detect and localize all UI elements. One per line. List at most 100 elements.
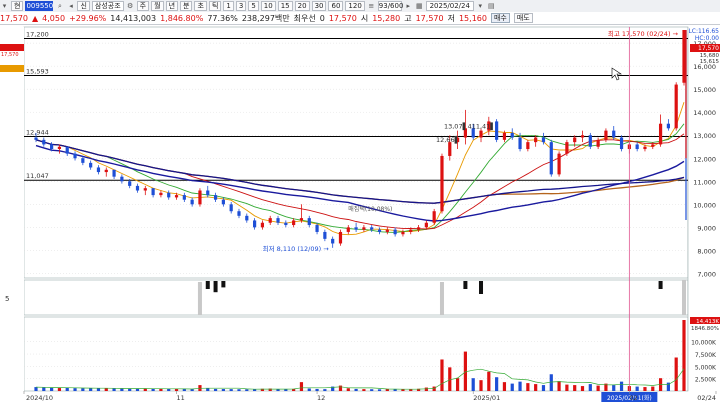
volume-bar bbox=[167, 388, 171, 391]
volume-bar bbox=[299, 382, 304, 391]
volume-bar bbox=[393, 389, 397, 391]
indicator-bar bbox=[463, 281, 468, 289]
candle-body bbox=[557, 153, 561, 175]
volume-bar bbox=[440, 359, 444, 391]
candle-body bbox=[190, 199, 194, 205]
volume-tick-label: 5,000K bbox=[695, 364, 717, 371]
candle-body bbox=[57, 146, 62, 150]
x-axis-label: 11 bbox=[177, 394, 185, 402]
volume-bar bbox=[354, 388, 358, 391]
volume-bar bbox=[338, 385, 343, 391]
candle-body bbox=[206, 190, 210, 196]
lc-label: LC:116.65 bbox=[688, 28, 719, 35]
candle-body bbox=[245, 215, 249, 221]
candle-body bbox=[128, 181, 132, 186]
indicator-bar bbox=[658, 281, 663, 289]
candle-body bbox=[323, 231, 327, 239]
volume-bar bbox=[73, 388, 77, 391]
volume-bar bbox=[471, 378, 475, 391]
volume-bar bbox=[541, 385, 546, 391]
volume-bar bbox=[245, 389, 249, 391]
candle-body bbox=[253, 220, 257, 228]
candle-body bbox=[651, 144, 655, 147]
candle-body bbox=[362, 227, 366, 230]
candle-body bbox=[50, 144, 54, 150]
left-axis bbox=[0, 27, 24, 391]
candle-body bbox=[276, 218, 280, 223]
candle-body bbox=[612, 130, 616, 138]
candle-body bbox=[424, 222, 428, 228]
candle-body bbox=[518, 137, 522, 150]
candle-body bbox=[393, 229, 397, 235]
volume-bar bbox=[526, 383, 530, 391]
candle-body bbox=[81, 158, 85, 163]
candle-body bbox=[674, 84, 678, 129]
stock-chart[interactable]: 17,00016,00015,00014,00013,00012,00011,0… bbox=[0, 0, 720, 404]
volume-bar bbox=[596, 385, 600, 391]
candle-body bbox=[510, 132, 514, 138]
candle-body bbox=[401, 231, 405, 235]
volume-bar bbox=[682, 320, 686, 391]
candle-body bbox=[104, 169, 108, 173]
candle-body bbox=[370, 227, 374, 230]
candle-body bbox=[377, 229, 382, 232]
volume-badge-label: 1846.80% bbox=[691, 326, 719, 332]
x-axis-label: 2024/10 bbox=[26, 394, 53, 402]
candle-body bbox=[34, 137, 38, 140]
indicator-bar bbox=[221, 281, 226, 288]
price-annotation: 13,07▌411,41▌ bbox=[444, 121, 495, 130]
candle-body bbox=[495, 121, 499, 140]
candle-body bbox=[42, 139, 46, 145]
candle-body bbox=[331, 238, 335, 244]
volume-bar bbox=[135, 388, 140, 391]
candle-body bbox=[307, 218, 311, 226]
candle-body bbox=[643, 146, 647, 150]
y-tick-label: 14,000 bbox=[693, 109, 716, 117]
volume-bar bbox=[190, 389, 194, 391]
indicator-bar bbox=[213, 281, 218, 293]
candle-body bbox=[135, 185, 140, 191]
reference-line-label: 15,593 bbox=[26, 68, 49, 76]
reference-line-label: 12,944 bbox=[26, 129, 49, 137]
candle-body bbox=[237, 211, 241, 216]
candle-body bbox=[96, 167, 101, 173]
volume-bar bbox=[495, 377, 499, 391]
candle-body bbox=[159, 192, 163, 196]
candle-body bbox=[534, 137, 538, 143]
low-annotation: 최저 8,110 (12/09) → bbox=[263, 244, 330, 253]
y-tick-label: 7,000 bbox=[697, 270, 716, 278]
volume-bar bbox=[487, 371, 491, 391]
indicator-panel bbox=[23, 279, 689, 316]
x-axis-label: 02/24 bbox=[697, 394, 716, 402]
volume-bar bbox=[619, 381, 624, 391]
y-tick-label: 9,000 bbox=[697, 224, 716, 232]
candle-body bbox=[604, 130, 608, 140]
candle-body bbox=[229, 204, 233, 212]
volume-bar bbox=[174, 388, 179, 391]
y-tick-label: 13,000 bbox=[693, 132, 716, 140]
candle-body bbox=[213, 195, 218, 200]
left-badge bbox=[0, 44, 24, 51]
volume-bar bbox=[643, 387, 647, 391]
volume-bar bbox=[229, 389, 233, 391]
volume-bar bbox=[518, 381, 522, 391]
candle-body bbox=[338, 231, 343, 244]
indicator-bar bbox=[479, 281, 484, 294]
volume-bar bbox=[346, 388, 350, 391]
candle-body bbox=[573, 137, 577, 143]
volume-bar bbox=[128, 388, 132, 391]
volume-badge-label: 14,413K bbox=[696, 319, 719, 325]
y-tick-label: 15,000 bbox=[693, 86, 716, 94]
volume-bar bbox=[549, 374, 553, 391]
candle-body bbox=[167, 192, 171, 198]
volume-bar bbox=[182, 389, 186, 391]
candle-body bbox=[385, 229, 389, 232]
candle-body bbox=[448, 142, 452, 156]
volume-bar bbox=[151, 388, 155, 391]
candle-body bbox=[658, 123, 663, 145]
volume-bar bbox=[362, 389, 366, 391]
candle-body bbox=[292, 220, 296, 226]
indicator-bar bbox=[205, 281, 210, 289]
volume-bar bbox=[635, 386, 639, 391]
volume-bar bbox=[448, 367, 452, 391]
